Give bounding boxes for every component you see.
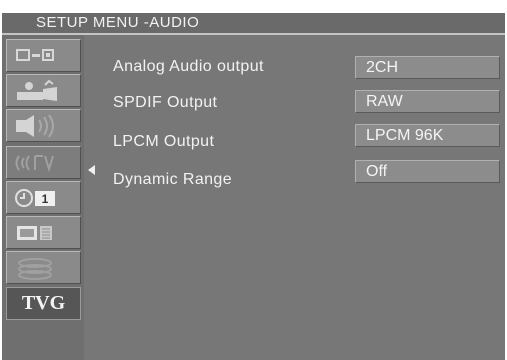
setup-sidebar: 1 TVG: [2, 35, 84, 360]
sidebar-item-rating[interactable]: 1: [6, 181, 81, 214]
display-setup-icon: [17, 226, 52, 240]
lpcm-output-value[interactable]: LPCM 96K: [355, 124, 500, 147]
sidebar-item-general[interactable]: [6, 39, 81, 72]
selection-arrow-icon: [88, 165, 95, 175]
video-setup-icon: [17, 79, 57, 101]
sidebar-item-speaker[interactable]: [6, 109, 81, 142]
sidebar-item-audio[interactable]: [6, 146, 81, 179]
spdif-output-label[interactable]: SPDIF Output: [113, 93, 217, 113]
audio-setup-icon: [15, 155, 54, 173]
sidebar-item-video[interactable]: [6, 74, 81, 107]
tvg-logo: TVG: [6, 287, 81, 320]
spdif-output-value[interactable]: RAW: [355, 90, 500, 113]
analog-audio-output-label[interactable]: Analog Audio output: [113, 57, 264, 77]
rating-level-label: 1: [42, 192, 49, 206]
menu-title: SETUP MENU -AUDIO: [2, 13, 505, 33]
general-setup-icon: [16, 49, 54, 61]
sidebar-item-display[interactable]: [6, 216, 81, 249]
analog-audio-output-value[interactable]: 2CH: [355, 56, 500, 79]
sidebar-item-disc[interactable]: [6, 251, 81, 284]
speaker-setup-icon: [16, 114, 54, 138]
rating-setup-icon: 1: [15, 189, 55, 207]
lpcm-output-label[interactable]: LPCM Output: [113, 132, 214, 152]
dynamic-range-value[interactable]: Off: [355, 160, 500, 183]
disc-setup-icon: [18, 258, 52, 280]
dynamic-range-label[interactable]: Dynamic Range: [113, 170, 232, 190]
